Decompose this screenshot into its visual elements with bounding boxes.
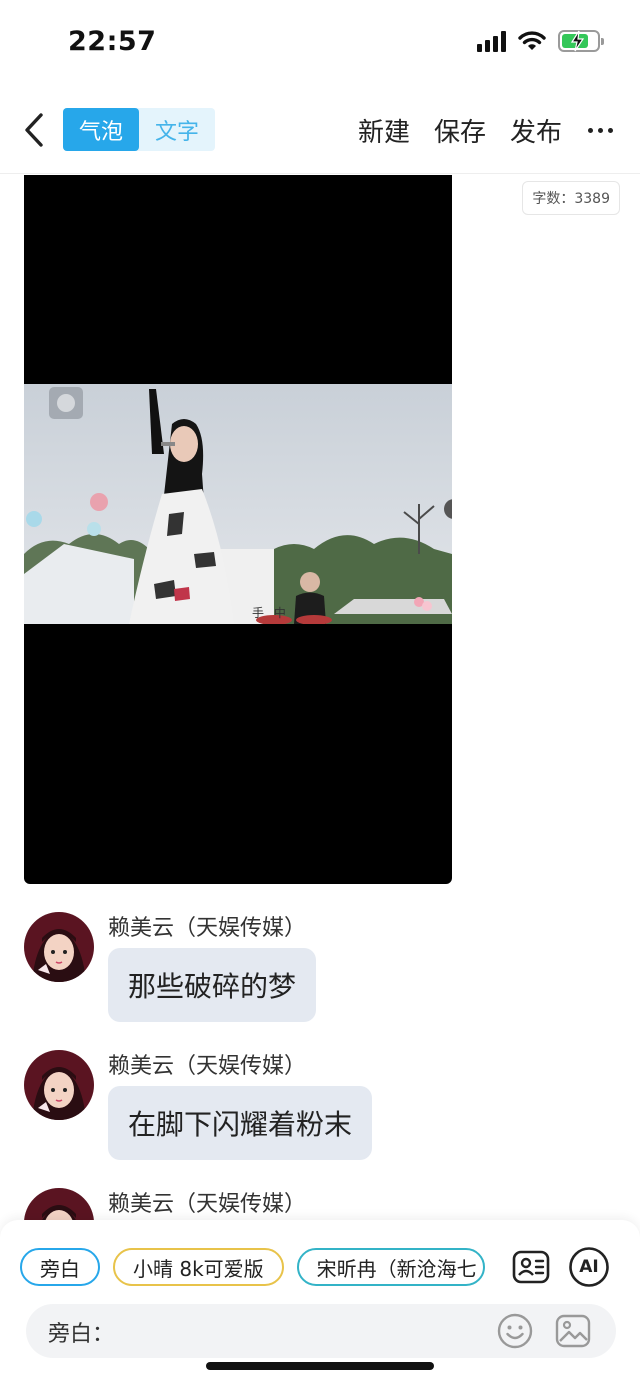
ai-label: AI bbox=[579, 1257, 599, 1277]
message-sender: 赖美云（天娱传媒） bbox=[108, 1192, 307, 1217]
role-chip-narration[interactable]: 旁白 bbox=[20, 1248, 100, 1286]
avatar[interactable] bbox=[24, 1188, 94, 1220]
video-caption: 手 中 bbox=[252, 606, 289, 620]
character-list-button[interactable] bbox=[510, 1246, 552, 1288]
message-bubble[interactable]: 那些破碎的梦 bbox=[108, 948, 317, 1022]
mode-toggle: 气泡 文字 bbox=[63, 108, 215, 151]
avatar[interactable] bbox=[24, 1050, 94, 1120]
avatar[interactable] bbox=[24, 912, 94, 982]
role-selector: 旁白 小晴 8k可爱版 宋昕冉（新沧海七 AI bbox=[20, 1246, 620, 1288]
more-options-button[interactable] bbox=[576, 108, 624, 152]
status-icons bbox=[477, 30, 604, 52]
role-chip[interactable]: 小晴 8k可爱版 bbox=[113, 1248, 284, 1286]
cellular-signal-icon bbox=[477, 30, 506, 52]
role-chip[interactable]: 宋昕冉（新沧海七 bbox=[296, 1248, 485, 1286]
more-dot-icon bbox=[607, 127, 613, 133]
battery-charging-icon bbox=[558, 30, 604, 52]
word-count-value: 3389 bbox=[574, 191, 610, 207]
contact-card-icon bbox=[512, 1250, 550, 1284]
new-button[interactable]: 新建 bbox=[358, 112, 410, 149]
message-sender: 赖美云（天娱传媒） bbox=[108, 916, 307, 941]
video-frame: 手 中 bbox=[24, 384, 452, 624]
story-content[interactable]: 手 中 字数：3389 赖美云（天娱传媒） 那些破碎的梦 赖美云（天娱传媒） 在… bbox=[0, 175, 640, 1220]
wifi-icon bbox=[518, 31, 546, 50]
more-dot-icon bbox=[587, 127, 593, 133]
image-button[interactable] bbox=[554, 1312, 592, 1350]
message-input-row: 旁白： bbox=[26, 1304, 616, 1358]
tab-text[interactable]: 文字 bbox=[139, 108, 215, 151]
message-input[interactable] bbox=[114, 1312, 414, 1350]
chat-message: 赖美云（天娱传媒） bbox=[24, 1188, 624, 1220]
header-actions: 新建 保存 发布 bbox=[358, 108, 640, 152]
concert-video-thumbnail bbox=[24, 384, 452, 624]
word-count-label: 字数： bbox=[532, 191, 575, 207]
message-bubble[interactable]: 在脚下闪耀着粉末 bbox=[108, 1086, 373, 1160]
home-indicator bbox=[206, 1362, 434, 1370]
ai-button[interactable]: AI bbox=[568, 1246, 610, 1288]
more-dot-icon bbox=[597, 127, 603, 133]
chevron-left-icon bbox=[25, 113, 43, 147]
publish-button[interactable]: 发布 bbox=[510, 112, 562, 149]
image-icon bbox=[555, 1314, 591, 1348]
header-bar: 气泡 文字 新建 保存 发布 bbox=[0, 86, 640, 174]
status-bar: 22:57 bbox=[0, 0, 640, 86]
word-count-badge: 字数：3389 bbox=[522, 181, 620, 215]
message-sender: 赖美云（天娱传媒） bbox=[108, 1054, 307, 1079]
chat-message: 赖美云（天娱传媒） 那些破碎的梦 bbox=[24, 912, 624, 1032]
status-time: 22:57 bbox=[68, 26, 157, 57]
composer-panel: 旁白 小晴 8k可爱版 宋昕冉（新沧海七 AI 旁白： bbox=[0, 1220, 640, 1385]
save-button[interactable]: 保存 bbox=[434, 112, 486, 149]
video-player[interactable]: 手 中 bbox=[24, 175, 452, 884]
input-role-prefix: 旁白： bbox=[48, 1322, 115, 1347]
back-button[interactable] bbox=[16, 108, 52, 152]
smiley-icon bbox=[497, 1313, 533, 1349]
emoji-button[interactable] bbox=[496, 1312, 534, 1350]
role-chip-list[interactable]: 旁白 小晴 8k可爱版 宋昕冉（新沧海七 bbox=[20, 1248, 492, 1288]
chat-message: 赖美云（天娱传媒） 在脚下闪耀着粉末 bbox=[24, 1050, 624, 1170]
tab-bubble[interactable]: 气泡 bbox=[63, 108, 139, 151]
